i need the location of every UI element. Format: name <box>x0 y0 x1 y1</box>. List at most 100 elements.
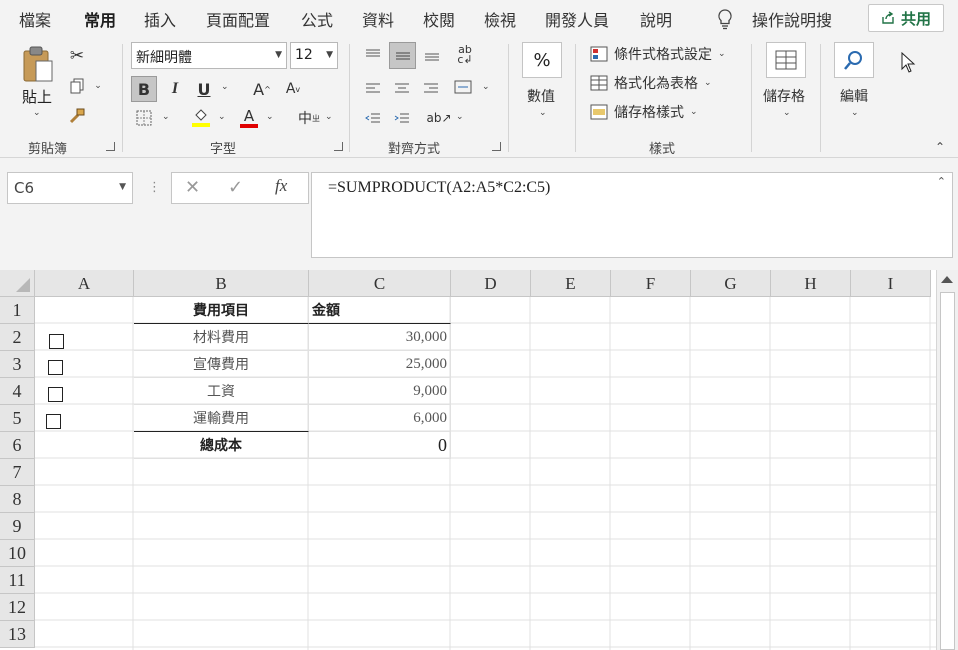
row-header-3[interactable]: 3 <box>0 351 35 378</box>
column-header-i[interactable]: I <box>851 270 931 297</box>
table-row-item-amount[interactable]: 25,000 <box>309 351 451 378</box>
orientation-icon[interactable]: ab↗ <box>426 108 451 128</box>
tab-help[interactable]: 說明 <box>640 7 672 31</box>
column-header-g[interactable]: G <box>691 270 771 297</box>
cut-icon[interactable]: ✂ <box>66 46 88 66</box>
cells-button[interactable] <box>766 42 806 78</box>
align-center-icon[interactable] <box>391 78 413 98</box>
tab-developer[interactable]: 開發人員 <box>545 7 609 31</box>
column-header-c[interactable]: C <box>309 270 451 297</box>
align-right-icon[interactable] <box>420 78 442 98</box>
column-header-f[interactable]: F <box>611 270 691 297</box>
table-row-item-name[interactable]: 工資 <box>134 378 309 405</box>
tell-me-search[interactable]: 操作說明搜 <box>752 7 832 31</box>
column-header-e[interactable]: E <box>531 270 611 297</box>
table-row-item-amount[interactable]: 9,000 <box>309 378 451 405</box>
copy-dropdown-arrow[interactable]: ⌄ <box>94 81 102 91</box>
name-box[interactable]: C6 ▼ <box>7 172 133 204</box>
cells-dropdown-arrow[interactable]: ⌄ <box>783 108 791 118</box>
number-format-button[interactable]: % <box>522 42 562 78</box>
underline-dropdown-arrow[interactable]: ⌄ <box>221 82 229 92</box>
orientation-dropdown-arrow[interactable]: ⌄ <box>456 112 464 122</box>
column-header-d[interactable]: D <box>451 270 531 297</box>
align-left-icon[interactable] <box>362 78 384 98</box>
expand-formula-bar-icon[interactable]: ⌃ <box>937 175 946 188</box>
copy-button[interactable]: ⌄ <box>66 76 106 96</box>
share-button[interactable]: 共用 <box>868 4 944 32</box>
tab-data[interactable]: 資料 <box>362 7 394 31</box>
phonetic-dropdown-arrow[interactable]: ⌄ <box>325 112 333 122</box>
paste-button[interactable] <box>20 44 56 84</box>
grow-font-button[interactable]: A ^ <box>250 76 274 102</box>
tab-file[interactable]: 檔案 <box>19 7 51 31</box>
row-header-12[interactable]: 12 <box>0 594 35 621</box>
editing-dropdown-arrow[interactable]: ⌄ <box>851 108 859 118</box>
number-dropdown-arrow[interactable]: ⌄ <box>539 108 547 118</box>
alignment-launcher-icon[interactable] <box>492 142 501 151</box>
total-label-cell[interactable]: 總成本 <box>134 432 309 459</box>
clipboard-launcher-icon[interactable] <box>106 142 115 151</box>
increase-indent-icon[interactable] <box>391 108 413 128</box>
row-header-9[interactable]: 9 <box>0 513 35 540</box>
align-bottom-icon[interactable] <box>421 44 443 66</box>
font-launcher-icon[interactable] <box>334 142 343 151</box>
enter-icon[interactable]: ✓ <box>228 177 243 198</box>
column-header-a[interactable]: A <box>35 270 134 297</box>
header-cell-item[interactable]: 費用項目 <box>134 297 309 324</box>
wrap-text-icon[interactable]: ab c↲ <box>452 42 478 68</box>
checkbox-row-3[interactable] <box>48 360 63 375</box>
fill-color-dropdown-arrow[interactable]: ⌄ <box>218 112 226 122</box>
table-row-item-name[interactable]: 運輸費用 <box>134 405 309 432</box>
insert-function-icon[interactable]: fx <box>275 176 287 196</box>
underline-button[interactable]: U <box>192 76 216 102</box>
total-value-cell[interactable]: 0 <box>309 432 451 459</box>
editing-button[interactable] <box>834 42 874 78</box>
format-painter-icon[interactable] <box>66 106 88 126</box>
merge-center-icon[interactable] <box>451 76 475 98</box>
scrollbar-thumb[interactable] <box>940 292 955 650</box>
tab-home[interactable]: 常用 <box>84 7 117 39</box>
column-header-b[interactable]: B <box>134 270 309 297</box>
vertical-scrollbar[interactable] <box>936 270 958 650</box>
bold-button[interactable]: B <box>131 76 157 102</box>
row-header-2[interactable]: 2 <box>0 324 35 351</box>
paste-dropdown-arrow[interactable]: ⌄ <box>33 108 41 118</box>
format-as-table-button[interactable]: 格式化為表格 ⌄ <box>590 73 740 93</box>
checkbox-row-5[interactable] <box>46 414 61 429</box>
table-row-item-amount[interactable]: 6,000 <box>309 405 451 432</box>
decrease-indent-icon[interactable] <box>362 108 384 128</box>
tab-insert[interactable]: 插入 <box>144 7 176 31</box>
phonetic-guide-button[interactable]: 中ㄓ <box>295 106 323 130</box>
row-header-8[interactable]: 8 <box>0 486 35 513</box>
table-row-item-name[interactable]: 材料費用 <box>134 324 309 351</box>
fill-color-button[interactable] <box>190 106 212 130</box>
row-header-5[interactable]: 5 <box>0 405 35 432</box>
conditional-formatting-button[interactable]: 條件式格式設定 ⌄ <box>590 44 740 64</box>
font-name-select[interactable]: 新細明體 ▼ <box>131 42 287 69</box>
header-cell-amount[interactable]: 金額 <box>309 297 451 324</box>
merge-dropdown-arrow[interactable]: ⌄ <box>482 82 490 92</box>
align-top-icon[interactable] <box>362 44 384 66</box>
cancel-icon[interactable]: ✕ <box>185 177 200 198</box>
borders-dropdown-arrow[interactable]: ⌄ <box>162 112 170 122</box>
column-header-h[interactable]: H <box>771 270 851 297</box>
row-header-1[interactable]: 1 <box>0 297 35 324</box>
row-header-10[interactable]: 10 <box>0 540 35 567</box>
borders-icon[interactable] <box>133 108 155 128</box>
table-row-item-name[interactable]: 宣傳費用 <box>134 351 309 378</box>
row-header-6[interactable]: 6 <box>0 432 35 459</box>
tab-review[interactable]: 校閱 <box>423 7 455 31</box>
tab-formulas[interactable]: 公式 <box>301 7 333 31</box>
shrink-font-button[interactable]: Av <box>281 76 305 102</box>
row-header-13[interactable]: 13 <box>0 621 35 648</box>
align-middle-icon[interactable] <box>389 42 416 69</box>
cell-styles-button[interactable]: 儲存格樣式 ⌄ <box>590 102 740 122</box>
italic-button[interactable]: I <box>163 76 187 102</box>
formula-input[interactable]: =SUMPRODUCT(A2:A5*C2:C5) ⌃ <box>311 172 953 258</box>
table-row-item-amount[interactable]: 30,000 <box>309 324 451 351</box>
row-header-4[interactable]: 4 <box>0 378 35 405</box>
checkbox-row-2[interactable] <box>49 334 64 349</box>
checkbox-row-4[interactable] <box>48 387 63 402</box>
collapse-ribbon-icon[interactable]: ⌃ <box>935 140 945 154</box>
font-color-dropdown-arrow[interactable]: ⌄ <box>266 112 274 122</box>
